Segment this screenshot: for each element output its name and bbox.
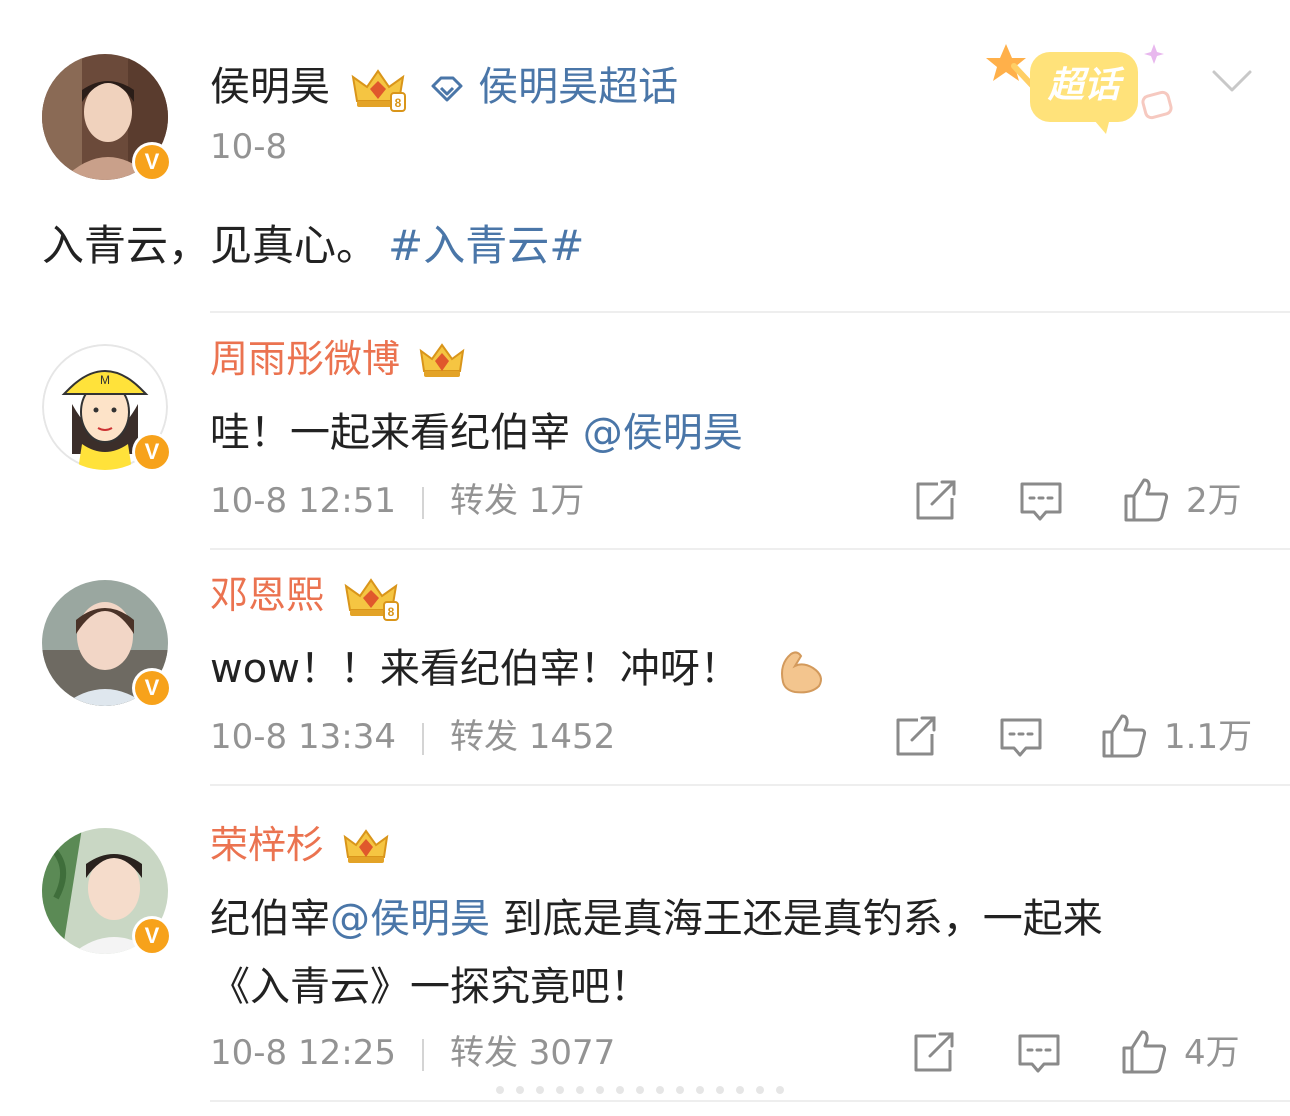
comment-time: 10-8 12:25 bbox=[210, 1033, 396, 1073]
comment-icon[interactable] bbox=[1018, 480, 1064, 522]
meta-separator bbox=[421, 1038, 424, 1071]
crown-member-icon bbox=[343, 828, 389, 863]
divider bbox=[210, 548, 1290, 550]
muscle-emoji-icon bbox=[780, 651, 822, 694]
post-date: 10-8 bbox=[210, 127, 288, 167]
hashtag-link[interactable]: #入青云# bbox=[388, 221, 584, 270]
crown-member-icon: 8 bbox=[351, 69, 406, 112]
watermark-dots-icon bbox=[496, 1086, 784, 1094]
like-thumb-icon[interactable] bbox=[1120, 1028, 1168, 1076]
chevron-down-icon[interactable] bbox=[1210, 66, 1254, 96]
comment-time: 10-8 13:34 bbox=[210, 717, 396, 757]
share-icon[interactable] bbox=[914, 480, 958, 522]
comment-text: wow！！来看纪伯宰！冲呀！ bbox=[210, 642, 829, 696]
svg-text:M: M bbox=[100, 373, 110, 387]
post-body: 入青云，见真心。 bbox=[42, 221, 379, 270]
meta-separator bbox=[421, 722, 424, 755]
comment-text: 哇！一起来看纪伯宰 @侯明昊 bbox=[210, 406, 743, 460]
verified-badge-icon: V bbox=[132, 432, 172, 472]
verified-badge-icon: V bbox=[132, 668, 172, 708]
share-icon[interactable] bbox=[894, 716, 938, 758]
commenter-name[interactable]: 邓恩熙 bbox=[210, 573, 324, 617]
supertopic-badge-label: 超话 bbox=[1047, 65, 1120, 106]
share-icon[interactable] bbox=[912, 1032, 956, 1074]
repost-label[interactable]: 转发 bbox=[450, 481, 518, 521]
comment-body: 纪伯宰 bbox=[210, 896, 330, 942]
divider bbox=[210, 311, 1290, 313]
mention-link[interactable]: @侯明昊 bbox=[583, 410, 743, 456]
post-header: 侯明昊 8 侯明昊超话 bbox=[210, 62, 678, 113]
author-name[interactable]: 侯明昊 bbox=[210, 64, 330, 110]
comment-meta: 10-8 13:34 转发 1452 bbox=[210, 714, 615, 760]
repost-count: 1万 bbox=[528, 481, 585, 521]
repost-label[interactable]: 转发 bbox=[450, 1033, 518, 1073]
supertopic-link[interactable]: 侯明昊超话 bbox=[478, 64, 678, 110]
comment-body: wow！！来看纪伯宰！冲呀！ bbox=[210, 646, 740, 692]
like-count: 4万 bbox=[1184, 1033, 1240, 1073]
supertopic-diamond-icon bbox=[431, 76, 463, 102]
like-count: 2万 bbox=[1186, 481, 1242, 521]
comment-text-line2: 《入青云》一探究竟吧！ bbox=[210, 964, 650, 1010]
comment-avatar[interactable]: M V bbox=[42, 344, 172, 472]
divider bbox=[210, 784, 1290, 786]
supertopic-badge[interactable]: 超话 bbox=[984, 36, 1184, 136]
comment-avatar[interactable]: V bbox=[42, 580, 172, 708]
repost-count: 3077 bbox=[528, 1033, 616, 1073]
svg-text:8: 8 bbox=[388, 605, 395, 619]
comment-meta: 10-8 12:25 转发 3077 bbox=[210, 1030, 615, 1076]
comment-icon[interactable] bbox=[998, 716, 1044, 758]
meta-separator bbox=[421, 486, 424, 519]
commenter-name[interactable]: 周雨彤微博 bbox=[210, 337, 400, 381]
verified-badge-icon: V bbox=[132, 142, 172, 182]
comment-header: 周雨彤微博 bbox=[210, 334, 466, 384]
comment-time: 10-8 12:51 bbox=[210, 481, 396, 521]
comment-header: 邓恩熙 8 bbox=[210, 570, 400, 622]
repost-label[interactable]: 转发 bbox=[450, 717, 518, 757]
comment-header: 荣梓杉 bbox=[210, 820, 390, 870]
comment-icon[interactable] bbox=[1016, 1032, 1062, 1074]
post-text: 入青云，见真心。 #入青云# bbox=[42, 218, 584, 274]
crown-member-icon: 8 bbox=[344, 577, 400, 621]
comment-avatar[interactable]: V bbox=[42, 828, 172, 956]
divider bbox=[210, 1100, 1290, 1102]
svg-text:8: 8 bbox=[394, 96, 401, 110]
verified-badge-icon: V bbox=[132, 916, 172, 956]
like-thumb-icon[interactable] bbox=[1122, 476, 1170, 524]
comment-body-cont: 到底是真海王还是真钓系，一起来 bbox=[490, 896, 1103, 942]
like-count: 1.1万 bbox=[1164, 717, 1253, 757]
watermark-dots bbox=[490, 1080, 790, 1094]
commenter-name[interactable]: 荣梓杉 bbox=[210, 823, 324, 867]
comment-text: 纪伯宰@侯明昊 到底是真海王还是真钓系，一起来 bbox=[210, 892, 1103, 946]
comment-body: 哇！一起来看纪伯宰 bbox=[210, 410, 583, 456]
repost-count: 1452 bbox=[528, 717, 616, 757]
comment-meta: 10-8 12:51 转发 1万 bbox=[210, 478, 584, 524]
like-thumb-icon[interactable] bbox=[1100, 712, 1148, 760]
author-avatar[interactable]: V bbox=[42, 54, 172, 182]
crown-member-icon bbox=[419, 342, 465, 377]
mention-link[interactable]: @侯明昊 bbox=[330, 896, 490, 942]
